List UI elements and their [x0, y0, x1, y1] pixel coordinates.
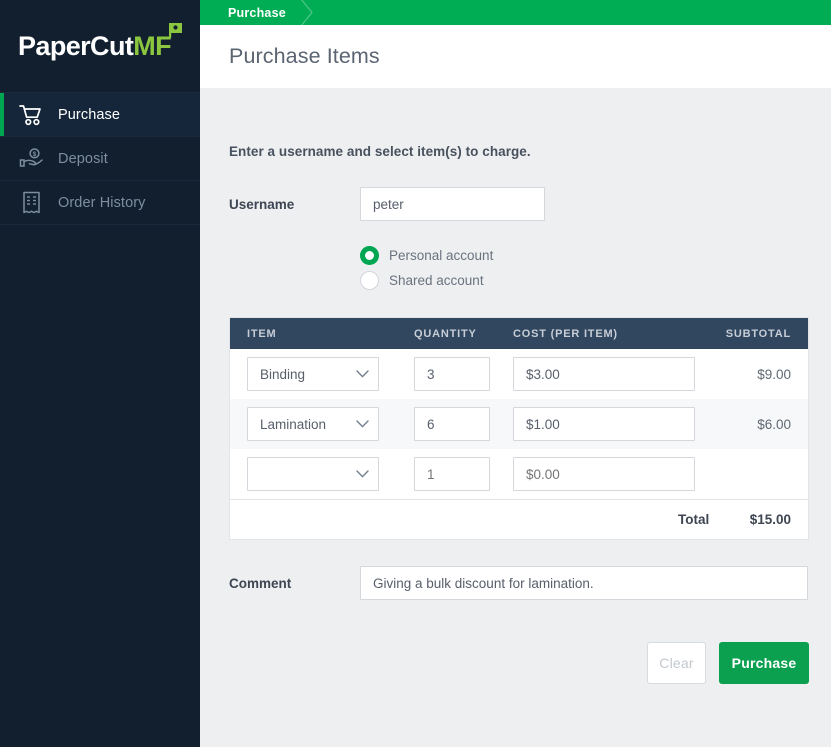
comment-input[interactable] — [360, 566, 808, 600]
papercut-purchase-page: PaperCutMF Purchase $ Deposit Order Hist… — [0, 0, 831, 747]
comment-row: Comment — [229, 566, 809, 600]
sidebar-item-purchase[interactable]: Purchase — [0, 92, 200, 137]
content-area: Enter a username and select item(s) to c… — [200, 88, 831, 747]
total-label: Total — [678, 512, 710, 527]
quantity-input[interactable] — [414, 457, 490, 491]
sidebar-item-label: Deposit — [58, 150, 108, 167]
logo-text-primary: PaperCut — [18, 31, 134, 61]
item-select-value: Lamination — [260, 416, 327, 432]
radio-label: Shared account — [389, 273, 484, 288]
cost-input[interactable] — [513, 357, 695, 391]
table-header-row: ITEM QUANTITY COST (PER ITEM) SUBTOTAL — [230, 318, 808, 349]
flag-icon — [169, 23, 183, 38]
column-header-subtotal: SUBTOTAL — [725, 327, 791, 340]
account-type-group: Personal account Shared account — [360, 243, 809, 293]
page-title: Purchase Items — [229, 44, 380, 68]
radio-shared-account[interactable]: Shared account — [360, 268, 809, 293]
action-buttons: Clear Purchase — [229, 642, 809, 684]
logo-text-secondary: MF — [133, 31, 172, 61]
shopping-cart-icon — [18, 102, 44, 128]
sidebar-item-label: Purchase — [58, 106, 121, 123]
table-total-row: Total $15.00 — [230, 499, 808, 539]
radio-indicator[interactable] — [360, 246, 379, 265]
cost-input[interactable] — [513, 407, 695, 441]
column-header-quantity: QUANTITY — [414, 327, 477, 340]
sidebar-item-deposit[interactable]: $ Deposit — [0, 136, 200, 181]
logo-area: PaperCutMF — [0, 0, 200, 93]
breadcrumb-separator-icon — [300, 0, 314, 25]
username-label: Username — [229, 196, 295, 212]
chevron-down-icon — [356, 420, 369, 428]
main-area: Purchase Purchase Items Enter a username… — [200, 0, 831, 747]
quantity-input[interactable] — [414, 407, 490, 441]
column-header-cost: COST (PER ITEM) — [513, 327, 618, 340]
breadcrumb-bar: Purchase — [200, 0, 831, 25]
title-band: Purchase Items — [200, 25, 831, 88]
subtotal-value: $9.00 — [757, 366, 791, 382]
chevron-down-icon — [356, 370, 369, 378]
svg-text:$: $ — [32, 151, 36, 158]
papercut-logo[interactable]: PaperCutMF — [18, 23, 183, 61]
sidebar-item-label: Order History — [58, 194, 146, 211]
receipt-icon — [18, 190, 44, 216]
purchase-button[interactable]: Purchase — [719, 642, 809, 684]
clear-button[interactable]: Clear — [647, 642, 706, 684]
username-input[interactable] — [360, 187, 545, 221]
radio-personal-account[interactable]: Personal account — [360, 243, 809, 268]
cost-input[interactable] — [513, 457, 695, 491]
sidebar-item-order-history[interactable]: Order History — [0, 180, 200, 225]
radio-indicator[interactable] — [360, 271, 379, 290]
sidebar: PaperCutMF Purchase $ Deposit Order Hist… — [0, 0, 200, 747]
username-row: Username — [229, 187, 809, 221]
total-value: $15.00 — [749, 512, 791, 527]
item-select-value: Binding — [260, 366, 306, 382]
purchase-items-table: ITEM QUANTITY COST (PER ITEM) SUBTOTAL B… — [229, 317, 809, 540]
item-select[interactable]: Lamination — [247, 407, 379, 441]
table-row — [230, 449, 808, 499]
table-row: Binding $9.00 — [230, 349, 808, 399]
quantity-input[interactable] — [414, 357, 490, 391]
hand-dollar-icon: $ — [18, 146, 44, 172]
intro-text: Enter a username and select item(s) to c… — [229, 144, 531, 159]
comment-label: Comment — [229, 575, 292, 591]
item-select[interactable]: Binding — [247, 357, 379, 391]
column-header-item: ITEM — [247, 327, 277, 340]
chevron-down-icon — [356, 470, 369, 478]
sidebar-nav: Purchase $ Deposit Order History — [0, 92, 200, 225]
breadcrumb-purchase[interactable]: Purchase — [228, 6, 286, 20]
item-select[interactable] — [247, 457, 379, 491]
radio-label: Personal account — [389, 248, 494, 263]
table-row: Lamination $6.00 — [230, 399, 808, 449]
subtotal-value: $6.00 — [757, 416, 791, 432]
